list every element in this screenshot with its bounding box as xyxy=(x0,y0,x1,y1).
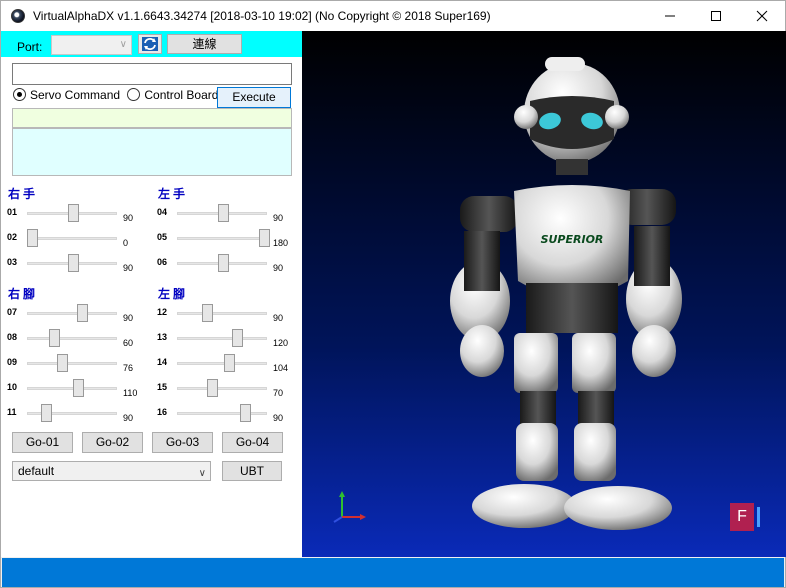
refresh-ports-button[interactable] xyxy=(138,34,162,54)
servo-14: 14 104 xyxy=(157,354,297,374)
go-02-button[interactable]: Go-02 xyxy=(82,432,143,453)
servo-01-slider[interactable] xyxy=(68,204,79,222)
servo-07: 07 90 xyxy=(7,304,147,324)
right-hand-label: 右手 xyxy=(8,187,39,201)
preset-value: default xyxy=(18,464,55,478)
servo-06: 06 90 xyxy=(157,254,297,274)
axis-gizmo-icon xyxy=(333,491,366,523)
command-input[interactable] xyxy=(12,63,292,85)
servo-16: 16 90 xyxy=(157,404,297,424)
badge-accent xyxy=(757,507,760,527)
servo-04: 04 90 xyxy=(157,204,297,224)
servo-10: 10 110 xyxy=(7,379,147,399)
close-button[interactable] xyxy=(739,1,785,31)
maximize-button[interactable] xyxy=(693,1,739,31)
minimize-icon xyxy=(665,15,675,17)
execute-button[interactable]: Execute xyxy=(217,87,291,108)
servo-13-slider[interactable] xyxy=(231,329,243,347)
servo-09: 09 76 xyxy=(7,354,147,374)
servo-14-slider[interactable] xyxy=(224,354,236,372)
ubt-button[interactable]: UBT xyxy=(222,461,282,481)
window-title: VirtualAlphaDX v1.1.6643.34274 [2018-03-… xyxy=(33,9,491,23)
servo-08: 08 60 xyxy=(7,329,147,349)
refresh-icon xyxy=(142,37,158,51)
right-leg-label: 右腳 xyxy=(8,287,39,301)
left-hand-label: 左手 xyxy=(158,187,189,201)
servo-06-slider[interactable] xyxy=(218,254,229,272)
robot-chest-text: SUPERIOR xyxy=(541,233,604,246)
servo-04-slider[interactable] xyxy=(218,204,229,222)
minimize-button[interactable] xyxy=(647,1,693,31)
servo-08-slider[interactable] xyxy=(48,329,60,347)
mode-selector: Servo Command Control Board xyxy=(13,88,222,106)
servo-01: 01 90 xyxy=(7,204,147,224)
servo-09-slider[interactable] xyxy=(57,354,69,372)
chevron-down-icon: ∨ xyxy=(198,468,206,479)
servo-command-radio[interactable] xyxy=(13,88,26,101)
servo-15: 15 70 xyxy=(157,379,297,399)
servo-12-slider[interactable] xyxy=(201,304,213,322)
command-log[interactable] xyxy=(12,128,292,176)
command-status xyxy=(12,108,292,128)
status-bar xyxy=(2,558,784,587)
servo-16-slider[interactable] xyxy=(239,404,251,422)
control-panel: Port: ∨ 連線 Servo Command Control Board E… xyxy=(1,31,302,557)
maximize-icon xyxy=(711,11,721,21)
servo-05-slider[interactable] xyxy=(259,229,270,247)
control-board-radio[interactable] xyxy=(127,88,141,101)
servo-10-slider[interactable] xyxy=(72,379,84,397)
go-03-button[interactable]: Go-03 xyxy=(152,432,213,453)
servo-07-slider[interactable] xyxy=(77,304,89,322)
app-icon xyxy=(11,9,25,23)
title-bar[interactable]: VirtualAlphaDX v1.1.6643.34274 [2018-03-… xyxy=(1,1,785,31)
go-01-button[interactable]: Go-01 xyxy=(12,432,73,453)
port-label: Port: xyxy=(17,40,43,54)
chevron-down-icon: ∨ xyxy=(119,39,127,50)
left-leg-label: 左腳 xyxy=(158,287,189,301)
app-window: VirtualAlphaDX v1.1.6643.34274 [2018-03-… xyxy=(0,0,786,588)
port-select[interactable]: ∨ xyxy=(51,35,132,55)
servo-11: 11 90 xyxy=(7,404,147,424)
servo-11-slider[interactable] xyxy=(40,404,52,422)
connect-button[interactable]: 連線 xyxy=(167,34,242,54)
port-toolbar: Port: ∨ 連線 xyxy=(1,31,302,57)
close-icon xyxy=(756,10,768,22)
f-badge: F xyxy=(730,503,754,531)
robot-3d-viewport[interactable]: SUPERIOR F xyxy=(302,31,786,557)
servo-12: 12 90 xyxy=(157,304,297,324)
servo-13: 13 120 xyxy=(157,329,297,349)
servo-15-slider[interactable] xyxy=(207,379,219,397)
servo-03: 03 90 xyxy=(7,254,147,274)
servo-command-label: Servo Command xyxy=(30,88,121,102)
robot-model: SUPERIOR xyxy=(450,57,682,530)
preset-select[interactable]: default ∨ xyxy=(12,461,211,481)
control-board-label: Control Board xyxy=(144,88,219,102)
servo-02-slider[interactable] xyxy=(27,229,38,247)
go-04-button[interactable]: Go-04 xyxy=(222,432,283,453)
servo-02: 02 0 xyxy=(7,229,147,249)
servo-03-slider[interactable] xyxy=(68,254,79,272)
servo-05: 05 180 xyxy=(157,229,297,249)
